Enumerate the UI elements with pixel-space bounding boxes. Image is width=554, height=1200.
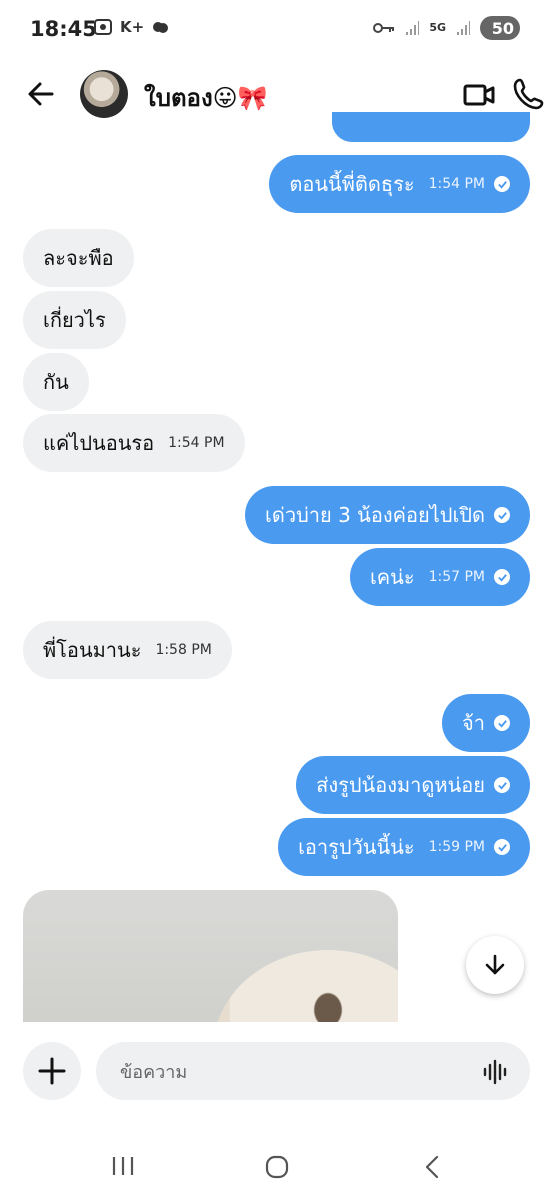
voice-wave-icon xyxy=(483,1059,507,1085)
message-bubble-out[interactable]: ตอนนี้พี่ติดธุระ 1:54 PM xyxy=(269,155,530,213)
voice-message-button[interactable] xyxy=(482,1059,508,1085)
video-call-icon xyxy=(463,84,495,106)
network-label: 5G xyxy=(429,21,446,34)
screenshot-icon xyxy=(94,19,112,35)
attach-button[interactable] xyxy=(23,1042,81,1100)
message-time: 1:58 PM xyxy=(155,642,212,658)
message-time: 1:54 PM xyxy=(168,435,225,451)
message-time: 1:54 PM xyxy=(428,176,485,192)
arrow-down-icon xyxy=(485,954,505,975)
message-text: ตอนนี้พี่ติดธุระ xyxy=(289,172,415,196)
contact-avatar[interactable] xyxy=(80,70,128,118)
photo-content xyxy=(213,950,398,1030)
message-text: ละจะพือ xyxy=(43,246,114,270)
message-text: เคน่ะ xyxy=(369,565,415,589)
message-bubble-out[interactable]: เด่วบ่าย 3 น้องค่อยไปเปิด xyxy=(245,486,530,544)
message-input-container xyxy=(96,1042,530,1102)
home-icon xyxy=(265,1155,289,1179)
message-text: เด่วบ่าย 3 น้องค่อยไปเปิด xyxy=(265,503,485,527)
back-button[interactable] xyxy=(22,75,60,113)
read-check-icon xyxy=(494,176,510,192)
message-text: ส่งรูปน้องมาดูหน่อย xyxy=(316,773,485,797)
message-bubble-out[interactable]: จ้า xyxy=(442,694,530,752)
message-time: 1:59 PM xyxy=(428,839,485,855)
scroll-to-bottom-button[interactable] xyxy=(466,936,524,994)
back-arrow-icon xyxy=(28,82,54,106)
plus-icon xyxy=(38,1057,66,1085)
message-bubble-in[interactable]: เกี่ยวไร xyxy=(23,291,126,349)
status-bar: 18:45 K+ 5G 50 xyxy=(0,0,554,62)
read-check-icon xyxy=(494,569,510,585)
read-check-icon xyxy=(494,715,510,731)
signal-icon-2 xyxy=(457,21,470,35)
contact-name[interactable]: ใบตอง😛🎀 xyxy=(144,78,268,117)
message-bubble-clipped[interactable] xyxy=(332,112,530,142)
home-button[interactable] xyxy=(264,1154,290,1180)
image-message[interactable] xyxy=(23,890,398,1030)
system-nav-bar xyxy=(0,1132,554,1200)
message-bubble-in[interactable]: ละจะพือ xyxy=(23,229,134,287)
status-time: 18:45 xyxy=(30,17,97,41)
video-call-button[interactable] xyxy=(462,78,496,112)
message-bubble-out[interactable]: เคน่ะ 1:57 PM xyxy=(349,548,530,606)
voice-call-button[interactable] xyxy=(512,76,546,112)
message-text: พี่โอนมานะ xyxy=(43,638,142,662)
message-composer xyxy=(0,1022,554,1122)
system-back-button[interactable] xyxy=(422,1154,442,1180)
message-text: แค่ไปนอนรอ xyxy=(43,431,155,455)
message-bubble-out[interactable]: เอารูปวันนี้น่ะ 1:59 PM xyxy=(278,818,530,876)
message-text: เกี่ยวไร xyxy=(43,308,106,332)
message-bubble-in[interactable]: กัน xyxy=(23,353,89,411)
battery-indicator: 50 xyxy=(480,16,520,40)
read-check-icon xyxy=(494,507,510,523)
message-text: จ้า xyxy=(462,711,485,735)
message-time: 1:57 PM xyxy=(428,569,485,585)
message-text: เอารูปวันนี้น่ะ xyxy=(298,835,415,859)
message-bubble-in[interactable]: พี่โอนมานะ 1:58 PM xyxy=(23,621,232,679)
message-bubble-out[interactable]: ส่งรูปน้องมาดูหน่อย xyxy=(296,756,530,814)
read-check-icon xyxy=(494,839,510,855)
message-input[interactable] xyxy=(118,1042,462,1102)
weather-icon xyxy=(153,22,169,33)
recents-icon xyxy=(112,1157,134,1175)
phone-icon xyxy=(513,78,544,110)
recents-button[interactable] xyxy=(110,1154,136,1178)
read-check-icon xyxy=(494,777,510,793)
carrier-badge: K+ xyxy=(120,18,145,36)
message-bubble-in[interactable]: แค่ไปนอนรอ 1:54 PM xyxy=(23,414,245,472)
message-text: กัน xyxy=(43,370,69,394)
vpn-key-icon xyxy=(373,23,395,33)
signal-icon xyxy=(406,21,420,35)
battery-level: 50 xyxy=(491,18,514,38)
nav-back-icon xyxy=(425,1155,439,1179)
